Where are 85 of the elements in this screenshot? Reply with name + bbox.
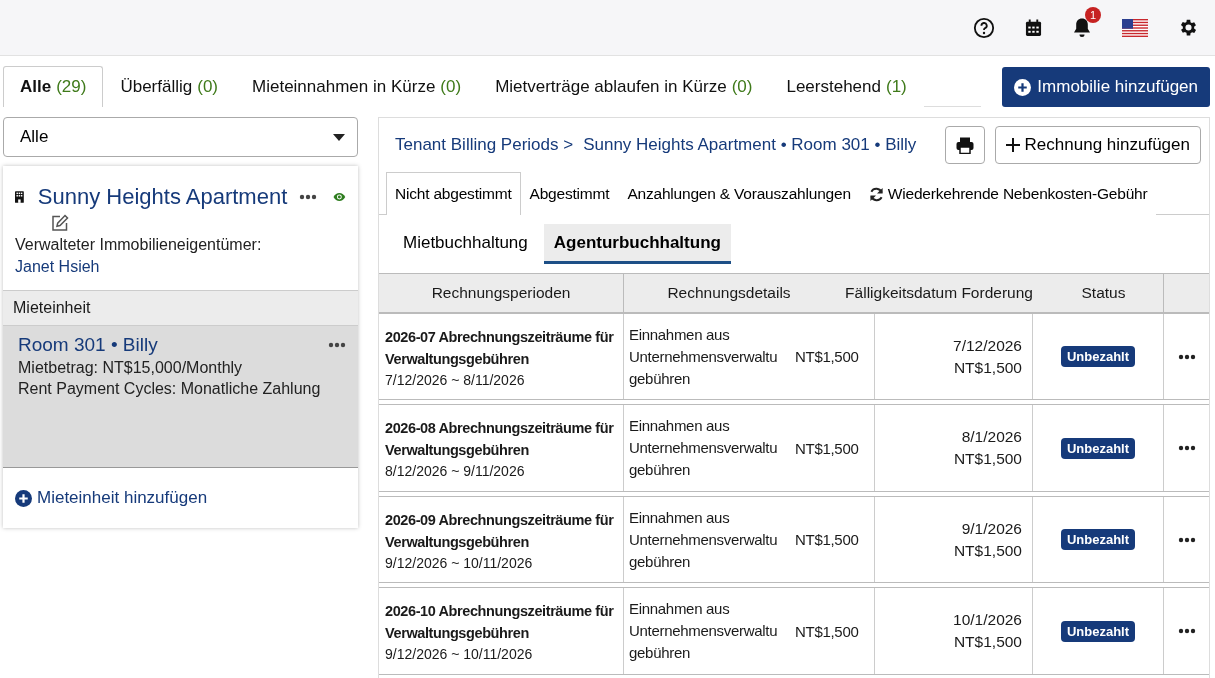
edit-icon[interactable]	[51, 214, 69, 232]
notification-count: 1	[1085, 7, 1101, 23]
row-menu-button[interactable]	[1177, 628, 1196, 635]
unit-payment-cycle: Rent Payment Cycles: Monatliche Zahlung	[18, 380, 322, 398]
filter-dropdown[interactable]: Alle	[3, 117, 358, 157]
more-icon	[1177, 445, 1196, 452]
more-icon	[1177, 628, 1196, 635]
help-icon	[973, 16, 995, 39]
language-button[interactable]	[1122, 18, 1148, 37]
help-button[interactable]	[973, 16, 995, 39]
period-title: 2026-09 Abrechnungszeiträume für Verwaltungsgebühren	[385, 510, 615, 552]
settings-icon	[1178, 17, 1199, 38]
filter-tab[interactable]: Alle (29)	[3, 66, 104, 107]
add-invoice-button[interactable]: Rechnung hinzufügen	[994, 126, 1201, 164]
tab-count: (0)	[731, 77, 753, 97]
bell-icon	[1072, 17, 1092, 38]
property-menu-button[interactable]	[299, 194, 318, 200]
invoice-amount: NT$1,500	[795, 439, 859, 457]
period-range: 9/12/2026 ~ 10/11/2026	[385, 646, 534, 663]
due-amount: NT$1,500	[953, 632, 1022, 653]
tab-count: (1)	[885, 77, 907, 97]
breadcrumb-current[interactable]: Sunny Heights Apartment • Room 301 • Billy	[583, 135, 917, 155]
sub-tab[interactable]: Agenturbuchhaltung	[543, 224, 731, 264]
unit-item[interactable]: Room 301 • Billy Mietbetrag: NT$15,000/Monthly Rent Payment Cycles: Monatliche Zahlung	[3, 326, 358, 468]
more-icon	[1177, 536, 1196, 543]
property-name[interactable]: Sunny Heights Apartment	[37, 184, 288, 210]
invoice-detail: Einnahmen aus Unternehmensverwaltu gebühren	[629, 599, 779, 664]
more-icon	[299, 194, 318, 200]
caret-icon	[333, 133, 345, 141]
period-range: 9/12/2026 ~ 10/11/2026	[385, 554, 534, 571]
due-amount: NT$1,500	[953, 449, 1022, 470]
unit-menu-button[interactable]	[328, 342, 346, 348]
column-header: Status	[1044, 274, 1164, 312]
column-header: Rechnungsperioden	[379, 274, 624, 312]
breadcrumb-root[interactable]: Tenant Billing Periods >	[395, 135, 574, 155]
status-badge: Unbezahlt	[1060, 620, 1136, 642]
print-button[interactable]	[944, 126, 985, 164]
unit-rent: Mietbetrag: NT$15,000/Monthly	[18, 359, 244, 377]
status-badge: Unbezahlt	[1060, 437, 1136, 459]
period-title: 2026-10 Abrechnungszeiträume für Verwaltungsgebühren	[385, 602, 615, 644]
unit-title[interactable]: Room 301 • Billy	[18, 334, 158, 356]
printer-icon	[955, 136, 974, 154]
plus-icon	[1005, 138, 1020, 152]
refresh-icon	[868, 186, 884, 202]
owner-link[interactable]: Janet Hsieh	[15, 258, 346, 276]
plus-icon	[15, 489, 32, 507]
row-menu-button[interactable]	[1177, 445, 1196, 452]
billing-tab[interactable]: Nicht abgestimmt	[386, 172, 521, 215]
add-unit-button[interactable]: Mieteinheit hinzufügen	[3, 468, 358, 528]
due-date: 7/12/2026	[953, 335, 1022, 356]
more-icon	[328, 342, 346, 348]
invoice-detail: Einnahmen aus Unternehmensverwaltu gebühren	[629, 324, 779, 389]
period-range: 7/12/2026 ~ 8/11/2026	[385, 371, 526, 388]
notifications-button[interactable]: 1	[1072, 7, 1101, 38]
owner-label: Verwalteter Immobilieneigentümer:	[15, 236, 263, 254]
column-header: Rechnungsdetails	[666, 282, 792, 303]
invoice-amount: NT$1,500	[795, 622, 859, 640]
column-header: Fälligkeitsdatum Forderung	[844, 282, 1034, 303]
invoice-detail: Einnahmen aus Unternehmensverwaltu gebühren	[629, 416, 779, 481]
tab-count: (0)	[197, 77, 218, 97]
more-icon	[1177, 353, 1196, 360]
invoice-amount: NT$1,500	[795, 348, 859, 366]
due-amount: NT$1,500	[953, 357, 1022, 378]
flag-icon	[1122, 18, 1148, 37]
invoice-detail: Einnahmen aus Unternehmensverwaltu gebühren	[629, 507, 779, 572]
row-menu-button[interactable]	[1177, 536, 1196, 543]
invoice-amount: NT$1,500	[795, 531, 859, 549]
period-title: 2026-08 Abrechnungszeiträume für Verwaltungsgebühren	[385, 419, 615, 461]
due-date: 9/1/2026	[961, 518, 1022, 539]
status-badge: Unbezahlt	[1060, 529, 1136, 551]
settings-button[interactable]	[1178, 17, 1199, 38]
due-date: 8/1/2026	[961, 427, 1022, 448]
calendar-button[interactable]	[1025, 18, 1042, 37]
row-menu-button[interactable]	[1177, 353, 1196, 360]
units-header: Mieteinheit	[3, 290, 358, 326]
status-badge: Unbezahlt	[1060, 346, 1136, 368]
tab-count: (0)	[440, 77, 462, 97]
due-date: 10/1/2026	[953, 610, 1022, 631]
due-amount: NT$1,500	[953, 540, 1022, 561]
period-title: 2026-07 Abrechnungszeiträume für Verwaltungsgebühren	[385, 327, 615, 369]
calendar-icon	[1025, 18, 1042, 37]
add-property-button[interactable]: Immobilie hinzufügen	[1002, 67, 1210, 107]
plus-icon	[1014, 78, 1032, 96]
tab-count: (29)	[56, 77, 87, 97]
period-range: 8/12/2026 ~ 9/11/2026	[385, 463, 526, 480]
